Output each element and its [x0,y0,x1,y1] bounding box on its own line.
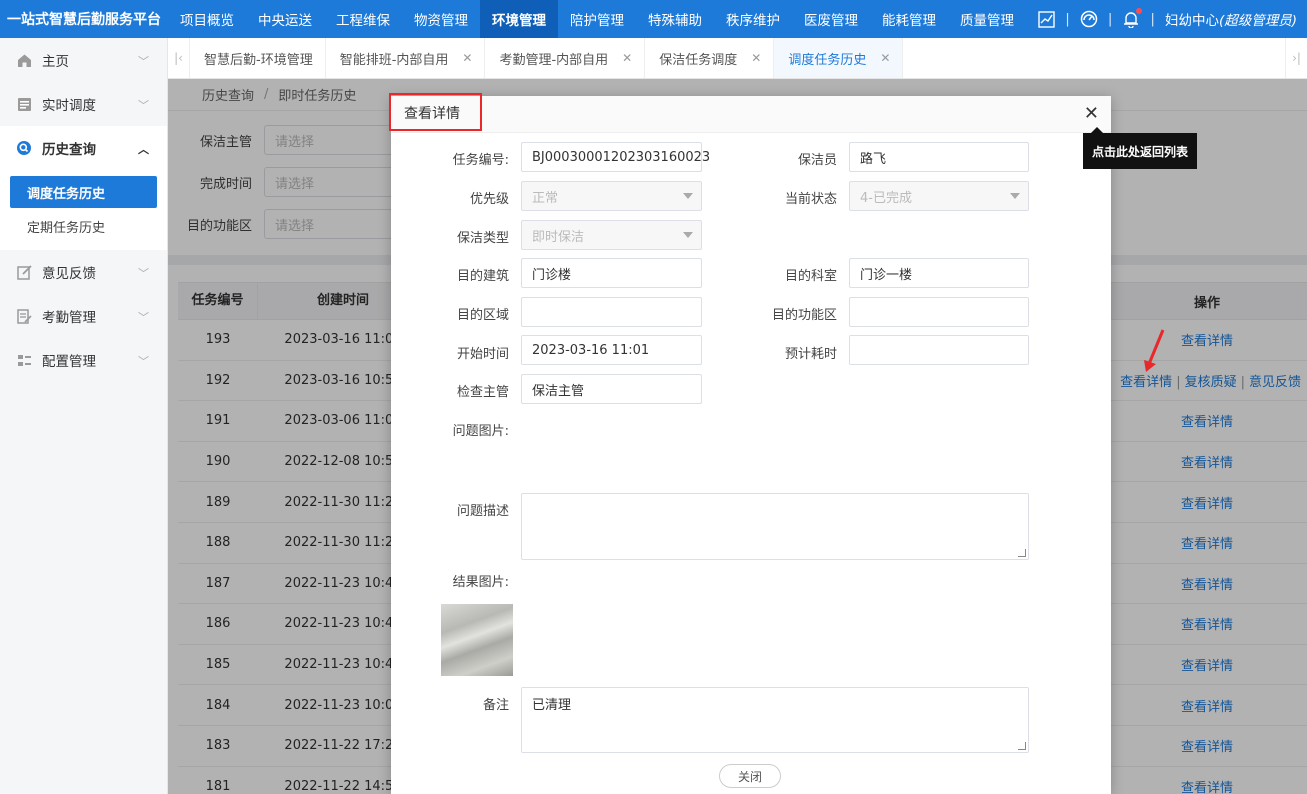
task-no-label: 任务编号: [452,153,509,168]
bell-icon[interactable] [1122,8,1143,28]
top-nav-item[interactable]: 中央运送 [246,0,324,38]
chevron-up-icon: ︿ [138,143,149,156]
history-icon [16,140,32,156]
chevron-down-icon: ﹀ [138,311,149,324]
chevron-down-icon: ﹀ [138,267,149,280]
dispatch-icon [16,96,32,112]
resize-grip-icon[interactable] [1018,742,1026,750]
resize-grip-icon[interactable] [1018,549,1026,557]
back-to-list-tooltip: 点击此处返回列表 [1083,127,1197,169]
close-icon[interactable]: ✕ [462,51,472,65]
sidebar-item-feedback[interactable]: 意见反馈 ﹀ [0,250,167,294]
func-area-label: 目的功能区 [771,308,837,323]
priority-label: 优先级 [469,192,509,207]
top-nav-item[interactable]: 医废管理 [792,0,870,38]
sidebar-item-config[interactable]: 配置管理 ﹀ [0,338,167,382]
remark-textarea[interactable]: 已清理 [521,687,1029,753]
clean-type-label: 保洁类型 [456,231,509,246]
problem-image-label: 问题图片: [452,424,509,439]
result-image-label: 结果图片: [452,575,509,590]
top-nav: 项目概览 中央运送 工程维保 物资管理 环境管理 陪护管理 特殊辅助 秩序维护 医废管理 能耗管理… [168,0,1026,38]
user-menu[interactable]: 妇幼中心(超级管理员) [1165,9,1297,29]
problem-desc-label: 问题描述 [456,504,509,519]
close-icon[interactable]: ✕ [880,51,890,65]
attendance-icon [16,308,32,324]
detail-modal: 查看详情 ✕ 任务编号: BJ00030001202303160023 保洁员 … [389,93,1111,794]
cleaner-label: 保洁员 [797,153,837,168]
top-nav-item[interactable]: 能耗管理 [870,0,948,38]
close-icon[interactable]: ✕ [622,51,632,65]
remark-label: 备注 [482,698,509,713]
cleaner-field[interactable]: 路飞 [849,142,1029,172]
annotation-arrow-icon [1144,329,1165,372]
history-submenu: 调度任务历史 定期任务历史 [0,170,167,250]
area-field[interactable] [521,297,702,327]
status-select[interactable]: 4-已完成 [849,181,1029,211]
top-nav-item[interactable]: 质量管理 [948,0,1026,38]
tab-attendance[interactable]: 考勤管理-内部自用 ✕ [485,38,646,78]
dashboard-icon[interactable] [1080,10,1098,28]
top-right-tools: | | | 妇幼中心(超级管理员) [1037,0,1297,38]
sidebar-item-home[interactable]: 主页 ﹀ [0,38,167,82]
notification-dot [1136,8,1143,14]
tab-env-management[interactable]: 智慧后勤-环境管理 [190,38,326,78]
chevron-down-icon: ﹀ [138,355,149,368]
task-no-field[interactable]: BJ00030001202303160023 [521,142,710,172]
chart-icon[interactable] [1037,10,1055,28]
config-icon [16,352,32,368]
tab-dispatch-history[interactable]: 调度任务历史 ✕ [774,38,904,78]
close-icon[interactable]: ✕ [751,51,761,65]
problem-desc-textarea[interactable] [521,493,1029,560]
close-icon[interactable]: ✕ [1084,105,1099,123]
area-label: 目的区域 [456,308,509,323]
dept-field[interactable]: 门诊一楼 [849,258,1029,288]
top-nav-item[interactable]: 物资管理 [402,0,480,38]
top-nav-item[interactable]: 特殊辅助 [636,0,714,38]
page-tabs: |‹ 智慧后勤-环境管理 智能排班-内部自用 ✕ 考勤管理-内部自用 ✕ 保洁任务调… [168,38,1307,79]
priority-select[interactable]: 正常 [521,181,702,211]
result-image-thumbnail[interactable] [441,604,513,676]
building-field[interactable]: 门诊楼 [521,258,702,288]
tab-smart-scheduling[interactable]: 智能排班-内部自用 ✕ [326,38,486,78]
sidebar-item-history[interactable]: 历史查询 ︿ [0,126,167,170]
top-nav-item[interactable]: 环境管理 [480,0,558,38]
chevron-down-icon [683,193,693,199]
dept-label: 目的科室 [784,269,837,284]
sidebar-item-dispatch[interactable]: 实时调度 ﹀ [0,82,167,126]
top-bar: 一站式智慧后勤服务平台 项目概览 中央运送 工程维保 物资管理 环境管理 陪护管理 特殊辅助… [0,0,1307,38]
modal-header: 查看详情 ✕ [389,93,1111,133]
brand-title: 一站式智慧后勤服务平台 [7,12,161,28]
chevron-down-icon [683,232,693,238]
top-nav-item[interactable]: 陪护管理 [558,0,636,38]
home-icon [16,52,32,68]
status-label: 当前状态 [784,192,837,207]
top-nav-item[interactable]: 项目概览 [168,0,246,38]
est-time-label: 预计耗时 [784,347,837,362]
top-nav-item[interactable]: 工程维保 [324,0,402,38]
start-time-label: 开始时间 [456,347,509,362]
start-time-field[interactable]: 2023-03-16 11:01 [521,335,702,365]
tab-scroll-left-icon[interactable]: |‹ [168,38,190,78]
sidebar: 主页 ﹀ 实时调度 ﹀ 历史查询 ︿ 调度任务历史 定期任务历史 意见反馈 ﹀ … [0,38,168,794]
est-time-field[interactable] [849,335,1029,365]
sidebar-subitem-dispatch-history[interactable]: 调度任务历史 [10,176,157,208]
inspector-field[interactable]: 保洁主管 [521,374,702,404]
func-area-field[interactable] [849,297,1029,327]
chevron-down-icon: ﹀ [138,99,149,112]
tab-scroll-right-icon[interactable]: ›| [1285,38,1307,78]
sidebar-subitem-periodic-history[interactable]: 定期任务历史 [10,210,157,242]
sidebar-item-attendance[interactable]: 考勤管理 ﹀ [0,294,167,338]
edit-icon [16,264,32,280]
clean-type-select[interactable]: 即时保洁 [521,220,702,250]
building-label: 目的建筑 [456,269,509,284]
close-button[interactable]: 关闭 [719,764,781,788]
chevron-down-icon: ﹀ [138,55,149,68]
title-highlight-box [389,93,482,131]
inspector-label: 检查主管 [456,385,509,400]
chevron-down-icon [1010,193,1020,199]
tab-cleaning-dispatch[interactable]: 保洁任务调度 ✕ [645,38,775,78]
top-nav-item[interactable]: 秩序维护 [714,0,792,38]
